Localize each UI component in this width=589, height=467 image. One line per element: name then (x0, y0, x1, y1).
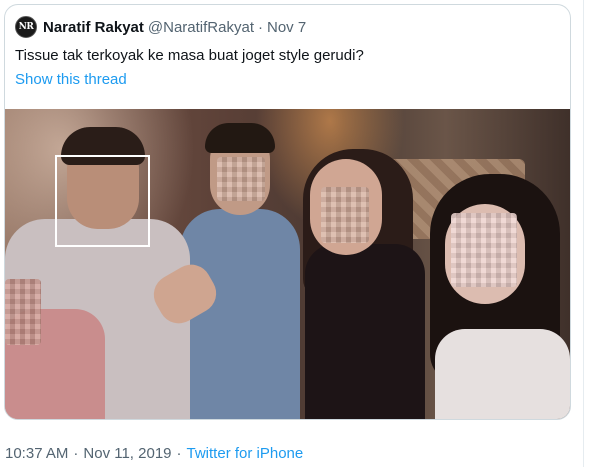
tweet-footer: 10:37 AM · Nov 11, 2019 · Twitter for iP… (5, 445, 303, 462)
separator-dot: · (176, 445, 182, 462)
photo-man-blue-hair (205, 123, 275, 153)
separator-dot: · (257, 18, 263, 36)
quoted-tweet-header: NR Naratif Rakyat @NaratifRakyat · Nov 7 (15, 15, 306, 39)
tweet-source-link[interactable]: Twitter for iPhone (187, 445, 304, 462)
face-highlight-box (55, 155, 150, 247)
quoted-tweet-card[interactable]: NR Naratif Rakyat @NaratifRakyat · Nov 7… (4, 4, 571, 420)
pixelated-face (321, 187, 369, 243)
tweet-photo[interactable] (5, 109, 570, 419)
display-name[interactable]: Naratif Rakyat (43, 19, 144, 36)
photo-woman-right-top (435, 329, 570, 419)
handle[interactable]: @NaratifRakyat (148, 19, 254, 36)
avatar[interactable]: NR (15, 16, 37, 38)
tweet-date[interactable]: Nov 7 (267, 19, 306, 36)
photo-woman-dress (305, 244, 425, 419)
show-thread-link[interactable]: Show this thread (15, 71, 127, 88)
tweet-time[interactable]: 10:37 AM (5, 445, 68, 462)
quoted-tweet-text: Tissue tak terkoyak ke masa buat joget s… (15, 47, 364, 64)
pixelated-face (5, 279, 41, 345)
tweet-full-date[interactable]: Nov 11, 2019 (83, 445, 171, 462)
pixelated-face (217, 157, 265, 201)
separator-dot: · (73, 445, 79, 462)
right-divider (583, 0, 584, 467)
pixelated-face (451, 213, 517, 287)
